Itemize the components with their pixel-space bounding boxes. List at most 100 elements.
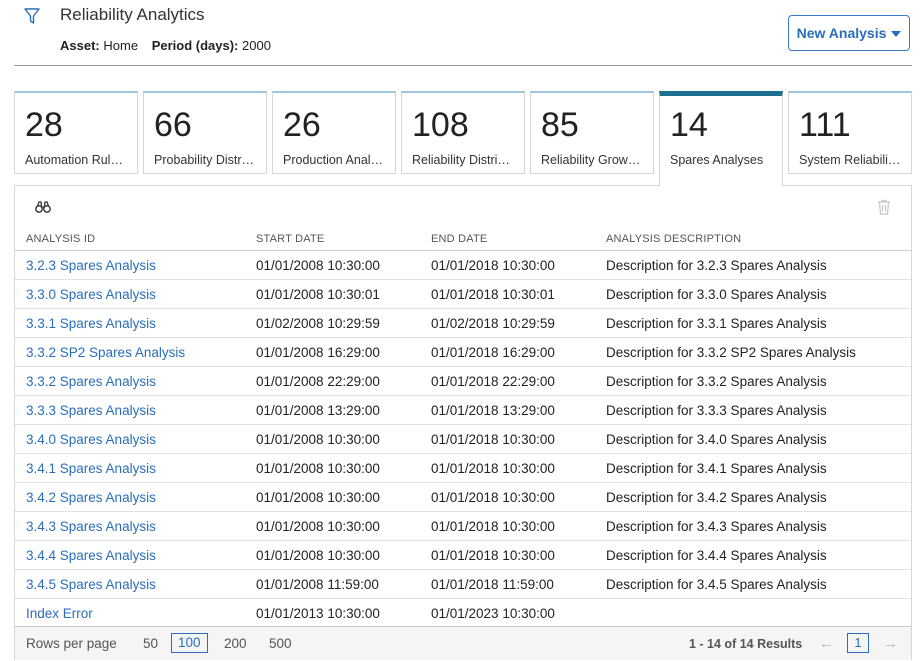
tile-reliability-distribution[interactable]: 108 Reliability Distri… <box>401 91 525 174</box>
prev-page-arrow-icon[interactable]: ← <box>819 635 834 652</box>
end-date-cell: 01/01/2018 10:30:00 <box>420 453 595 483</box>
analysis-id-link[interactable]: 3.3.2 Spares Analysis <box>15 366 245 396</box>
tile-label: Probability Distr… <box>154 153 255 167</box>
start-date-cell: 01/01/2008 13:29:00 <box>245 395 420 425</box>
caret-down-icon <box>891 31 902 37</box>
table-row: 3.3.2 SP2 Spares Analysis 01/01/2008 16:… <box>15 337 911 367</box>
tile-count: 108 <box>412 106 469 144</box>
analysis-id-link[interactable]: 3.4.4 Spares Analysis <box>15 540 245 570</box>
tile-production-analysis[interactable]: 26 Production Anal… <box>272 91 396 174</box>
binoculars-icon[interactable] <box>35 200 51 214</box>
tile-count: 14 <box>670 106 708 144</box>
table-row: 3.2.3 Spares Analysis 01/01/2008 10:30:0… <box>15 250 911 280</box>
tile-label: Spares Analyses <box>670 153 764 167</box>
description-cell: Description for 3.4.5 Spares Analysis <box>595 569 911 599</box>
tile-reliability-growth[interactable]: 85 Reliability Grow… <box>530 91 654 174</box>
current-page-button[interactable]: 1 <box>847 633 869 653</box>
next-page-arrow-icon[interactable]: → <box>883 635 898 652</box>
description-cell: Description for 3.4.4 Spares Analysis <box>595 540 911 570</box>
description-cell: Description for 3.3.2 Spares Analysis <box>595 366 911 396</box>
description-cell: Description for 3.4.1 Spares Analysis <box>595 453 911 483</box>
table-row: Index Error 01/01/2013 10:30:00 01/01/20… <box>15 598 911 628</box>
end-date-cell: 01/01/2018 10:30:01 <box>420 279 595 309</box>
analysis-id-link[interactable]: 3.4.3 Spares Analysis <box>15 511 245 541</box>
analysis-id-link[interactable]: 3.4.0 Spares Analysis <box>15 424 245 454</box>
table-row: 3.3.2 Spares Analysis 01/01/2008 22:29:0… <box>15 366 911 396</box>
end-date-cell: 01/01/2018 10:30:00 <box>420 424 595 454</box>
tile-count: 66 <box>154 106 192 144</box>
start-date-cell: 01/02/2008 10:29:59 <box>245 308 420 338</box>
page-title: Reliability Analytics <box>60 5 205 24</box>
table-row: 3.4.0 Spares Analysis 01/01/2008 10:30:0… <box>15 424 911 454</box>
pagination-footer: Rows per page 50 100 200 500 1 - 14 of 1… <box>15 626 911 660</box>
table-row: 3.4.2 Spares Analysis 01/01/2008 10:30:0… <box>15 482 911 512</box>
tile-probability-distribution[interactable]: 66 Probability Distr… <box>143 91 267 174</box>
start-date-cell: 01/01/2008 11:59:00 <box>245 569 420 599</box>
description-cell: Description for 3.3.2 SP2 Spares Analysi… <box>595 337 911 367</box>
start-date-cell: 01/01/2008 10:30:00 <box>245 511 420 541</box>
description-cell: Description for 3.4.3 Spares Analysis <box>595 511 911 541</box>
rows-per-page-option-200[interactable]: 200 <box>224 636 247 651</box>
tile-count: 85 <box>541 106 579 144</box>
trash-icon[interactable] <box>877 199 891 215</box>
start-date-cell: 01/01/2008 10:30:00 <box>245 424 420 454</box>
analysis-grid-panel: ANALYSIS ID START DATE END DATE ANALYSIS… <box>14 185 912 660</box>
end-date-cell: 01/02/2018 10:29:59 <box>420 308 595 338</box>
context-info: Asset: Home Period (days): 2000 <box>60 38 271 53</box>
description-cell: Description for 3.3.3 Spares Analysis <box>595 395 911 425</box>
tile-system-reliability[interactable]: 111 System Reliabili… <box>788 91 912 174</box>
table-row: 3.3.1 Spares Analysis 01/02/2008 10:29:5… <box>15 308 911 338</box>
results-count: 1 - 14 of 14 Results <box>689 637 803 651</box>
analysis-id-link[interactable]: 3.4.2 Spares Analysis <box>15 482 245 512</box>
analysis-id-link[interactable]: 3.2.3 Spares Analysis <box>15 250 245 280</box>
start-date-cell: 01/01/2008 10:30:00 <box>245 482 420 512</box>
table-row: 3.4.4 Spares Analysis 01/01/2008 10:30:0… <box>15 540 911 570</box>
table-row: 3.3.0 Spares Analysis 01/01/2008 10:30:0… <box>15 279 911 309</box>
column-header-description[interactable]: ANALYSIS DESCRIPTION <box>595 228 911 251</box>
rows-per-page-label: Rows per page <box>26 636 117 651</box>
start-date-cell: 01/01/2008 10:30:01 <box>245 279 420 309</box>
new-analysis-button[interactable]: New Analysis <box>788 15 910 51</box>
end-date-cell: 01/01/2018 10:30:00 <box>420 540 595 570</box>
table-header-row: ANALYSIS ID START DATE END DATE ANALYSIS… <box>15 228 911 251</box>
start-date-cell: 01/01/2008 16:29:00 <box>245 337 420 367</box>
tile-automation-rules[interactable]: 28 Automation Rul… <box>14 91 138 174</box>
rows-per-page-option-100[interactable]: 100 <box>171 633 208 653</box>
tile-label: Reliability Distri… <box>412 153 510 167</box>
analysis-id-link[interactable]: 3.3.2 SP2 Spares Analysis <box>15 337 245 367</box>
header-divider <box>14 65 912 66</box>
column-header-start-date[interactable]: START DATE <box>245 228 420 251</box>
start-date-cell: 01/01/2008 22:29:00 <box>245 366 420 396</box>
start-date-cell: 01/01/2013 10:30:00 <box>245 598 420 628</box>
tile-label: Reliability Grow… <box>541 153 641 167</box>
end-date-cell: 01/01/2018 11:59:00 <box>420 569 595 599</box>
tile-label: Production Anal… <box>283 153 384 167</box>
analysis-id-link[interactable]: 3.3.3 Spares Analysis <box>15 395 245 425</box>
rows-per-page-option-500[interactable]: 500 <box>269 636 292 651</box>
table-row: 3.4.1 Spares Analysis 01/01/2008 10:30:0… <box>15 453 911 483</box>
table-row: 3.4.3 Spares Analysis 01/01/2008 10:30:0… <box>15 511 911 541</box>
column-header-analysis-id[interactable]: ANALYSIS ID <box>15 228 245 251</box>
tile-label: System Reliabili… <box>799 153 901 167</box>
end-date-cell: 01/01/2018 10:30:00 <box>420 250 595 280</box>
analysis-id-link[interactable]: 3.3.0 Spares Analysis <box>15 279 245 309</box>
analysis-id-link[interactable]: 3.3.1 Spares Analysis <box>15 308 245 338</box>
column-header-end-date[interactable]: END DATE <box>420 228 595 251</box>
analysis-id-link[interactable]: Index Error <box>15 598 245 628</box>
tile-count: 26 <box>283 106 321 144</box>
rows-per-page-option-50[interactable]: 50 <box>143 636 158 651</box>
analysis-id-link[interactable]: 3.4.5 Spares Analysis <box>15 569 245 599</box>
tile-count: 111 <box>799 106 851 144</box>
filter-icon[interactable] <box>22 6 42 26</box>
period-label: Period (days): <box>151 38 239 53</box>
tile-spares-analyses[interactable]: 14 Spares Analyses <box>659 91 783 186</box>
description-cell: Description for 3.3.0 Spares Analysis <box>595 279 911 309</box>
start-date-cell: 01/01/2008 10:30:00 <box>245 250 420 280</box>
analysis-id-link[interactable]: 3.4.1 Spares Analysis <box>15 453 245 483</box>
period-value: 2000 <box>242 38 271 53</box>
description-cell: Description for 3.2.3 Spares Analysis <box>595 250 911 280</box>
description-cell <box>595 598 911 628</box>
new-analysis-label: New Analysis <box>796 25 887 41</box>
description-cell: Description for 3.4.2 Spares Analysis <box>595 482 911 512</box>
end-date-cell: 01/01/2018 10:30:00 <box>420 511 595 541</box>
